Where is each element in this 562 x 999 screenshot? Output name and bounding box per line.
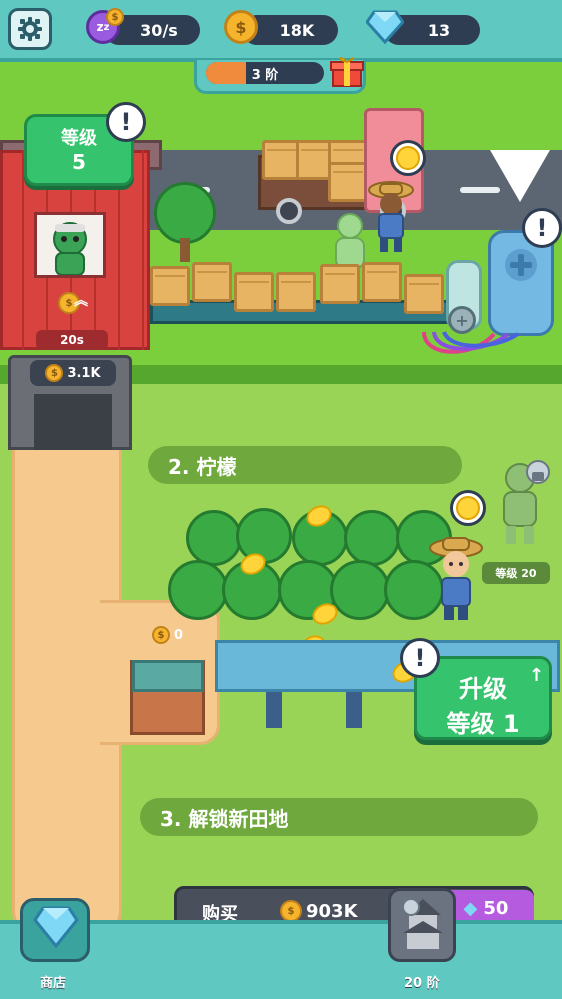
zombie-farmer-icon <box>53 222 87 276</box>
upgrade-alert-icon[interactable]: ! <box>400 638 440 678</box>
crate-icon <box>150 266 190 306</box>
shop-label: 商店 <box>40 976 67 991</box>
lemon-tree-icon[interactable] <box>168 560 228 620</box>
coin-icon: $ <box>224 10 258 44</box>
stage-map-label: 20 阶 <box>404 976 440 991</box>
buy-coin-cost-value: 903K <box>306 900 358 922</box>
pagoda-lock-icon <box>402 898 443 949</box>
tree-icon <box>154 182 216 244</box>
lemon-stock-value: 0 <box>174 627 184 643</box>
crate-lid <box>132 660 204 692</box>
shop-button[interactable] <box>20 898 90 962</box>
lemon-tree-icon[interactable] <box>186 510 242 566</box>
lemon-field-label: 2. 柠檬 <box>148 446 462 484</box>
unlock-cost-value: 3.1K <box>67 365 101 381</box>
tree-trunk <box>180 238 190 262</box>
stage-map-button[interactable] <box>388 888 456 962</box>
arrow-up-icon: ↑ <box>529 665 545 686</box>
production-rate-value: 30/s <box>140 20 178 40</box>
plus-cross-icon <box>505 249 537 281</box>
locked-worker-level: 等级 20 <box>482 562 550 584</box>
lemon-field-title: 2. 柠檬 <box>168 454 237 479</box>
gem-icon <box>366 10 404 44</box>
barn-timer: 20s <box>36 330 108 350</box>
crate-icon <box>276 272 316 312</box>
settings-button[interactable] <box>8 8 52 50</box>
new-field-label[interactable]: 3. 解锁新田地 <box>140 798 538 836</box>
upgrade-level: 等级 1 <box>446 710 520 738</box>
lemon-tree-icon[interactable] <box>344 510 400 566</box>
lemon-tree-icon[interactable] <box>236 508 292 564</box>
new-field-title: 3. 解锁新田地 <box>160 806 289 831</box>
arrow-down-icon <box>490 150 550 202</box>
stage-label: 3 阶 <box>251 67 279 83</box>
unlock-cost-tag: $ 3.1K <box>30 360 116 386</box>
stand-leg <box>346 692 362 728</box>
buy-coin-cost: $ 903K <box>280 900 358 922</box>
crate-icon <box>362 262 402 302</box>
machine-alert-icon[interactable]: ! <box>522 208 562 248</box>
farmer-icon[interactable] <box>428 534 484 624</box>
coin-icon: $ <box>152 626 170 644</box>
truck-driver-icon <box>368 181 414 252</box>
locked-worker-level-value: 等级 20 <box>495 567 537 580</box>
upgrade-arrows-icon: ︽ <box>74 293 88 309</box>
lemon-tree-icon[interactable] <box>330 560 390 620</box>
buy-gem-cost-value: 50 <box>483 897 509 919</box>
coins-value: 18K <box>279 20 315 40</box>
gems-value: 13 <box>427 20 451 40</box>
coin-icon: $ <box>45 364 64 382</box>
coin-badge-icon: $ <box>106 8 124 26</box>
gem-icon: ◆ <box>463 897 478 919</box>
level-value: 5 <box>72 150 86 174</box>
cables-icon <box>422 331 520 354</box>
gear-icon <box>18 17 42 41</box>
stage-progress-track: 3 阶 <box>206 62 324 84</box>
crate-icon <box>320 264 360 304</box>
happy-face-icon <box>450 490 486 526</box>
gate-opening <box>34 394 112 450</box>
crate-icon <box>404 274 444 314</box>
truck-wheel-icon <box>276 198 302 224</box>
gift-box-icon[interactable] <box>330 54 364 88</box>
coin-icon: $ <box>280 900 302 922</box>
locked-worker-icon[interactable] <box>492 456 552 550</box>
gem-icon <box>33 906 79 949</box>
barn-timer-value: 20s <box>60 333 84 347</box>
happy-face-icon <box>390 140 426 176</box>
crate-icon <box>234 272 274 312</box>
crate-icon <box>328 162 368 202</box>
stand-leg <box>266 692 282 728</box>
barn-window <box>34 212 106 278</box>
lemon-stock: $ 0 <box>152 626 183 644</box>
barn-alert-icon[interactable]: ! <box>106 102 146 142</box>
crate-icon <box>192 262 232 302</box>
